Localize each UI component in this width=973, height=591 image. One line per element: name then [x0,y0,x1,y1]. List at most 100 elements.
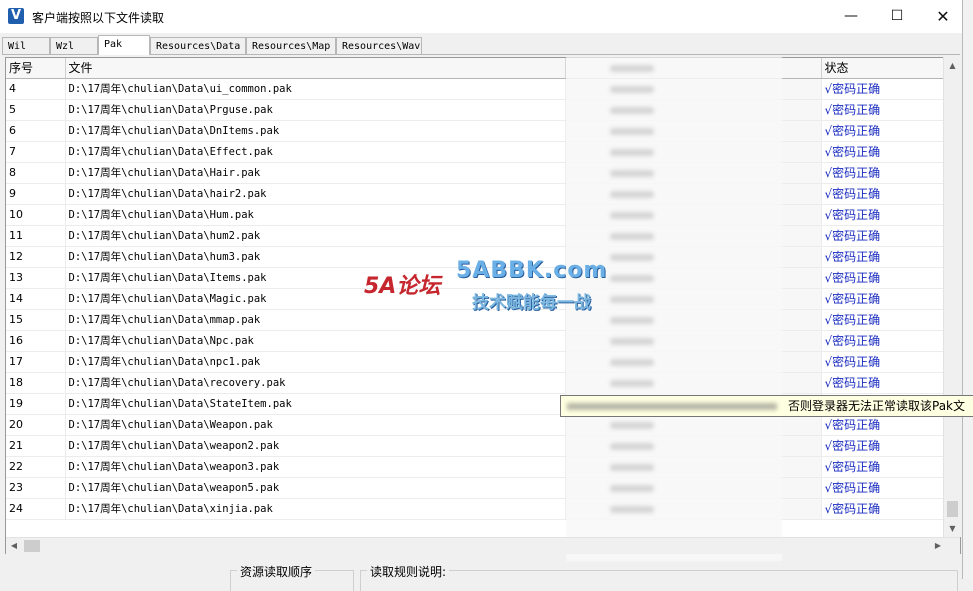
table-row[interactable]: 8 D:\17周年\chulian\Data\Hair.pak √密码正确 [6,162,945,184]
horizontal-scroll-thumb[interactable] [24,540,40,552]
cell-file: D:\17周年\chulian\Data\Hum.pak [65,204,566,226]
cell-status: √密码正确 [821,330,945,352]
cell-index: 7 [6,141,66,163]
cell-index: 12 [6,246,66,268]
close-icon: ✕ [936,7,950,26]
table-row[interactable]: 18 D:\17周年\chulian\Data\recovery.pak √密码正确 [6,372,945,394]
resource-order-label: 资源读取顺序 [237,563,316,580]
maximize-button[interactable]: ☐ [874,0,920,33]
redacted-value [610,149,654,156]
chevron-left-icon[interactable]: ◀ [6,538,22,554]
redacted-value [610,191,654,198]
cell-status: √密码正确 [821,456,945,478]
cell-file: D:\17周年\chulian\Data\DnItems.pak [65,120,566,142]
table-row[interactable]: 9 D:\17周年\chulian\Data\hair2.pak √密码正确 [6,183,945,205]
table-row[interactable]: 17 D:\17周年\chulian\Data\npc1.pak √密码正确 [6,351,945,373]
redacted-value [610,86,654,93]
vertical-scrollbar[interactable]: ▲ ▼ [943,57,961,537]
cell-index: 5 [6,99,66,121]
app-icon: V [8,8,24,24]
cell-status: √密码正确 [821,498,945,520]
cell-status: √密码正确 [821,183,945,205]
tab-resources-map[interactable]: Resources\Map [246,37,336,54]
tab-wzl[interactable]: Wzl [50,37,98,54]
cell-index: 17 [6,351,66,373]
table-row[interactable]: 6 D:\17周年\chulian\Data\DnItems.pak √密码正确 [6,120,945,142]
cell-index: 18 [6,372,66,394]
cell-file: D:\17周年\chulian\Data\recovery.pak [65,372,566,394]
table-row[interactable]: 4 D:\17周年\chulian\Data\ui_common.pak √密码正确 [6,78,945,100]
title-bar[interactable]: V 客户端按照以下文件读取 — ☐ ✕ [0,0,962,33]
cell-status: √密码正确 [821,204,945,226]
cell-index: 15 [6,309,66,331]
redacted-value [610,233,654,240]
redacted-value [610,443,654,450]
cell-status: √密码正确 [821,141,945,163]
cell-index: 11 [6,225,66,247]
cell-file: D:\17周年\chulian\Data\Hair.pak [65,162,566,184]
column-header-file[interactable]: 文件 [65,58,566,79]
cell-index: 22 [6,456,66,478]
chevron-up-icon[interactable]: ▲ [944,57,961,74]
table-header-row: 序号 文件 状态 [6,58,945,79]
cell-file: D:\17周年\chulian\Data\hum2.pak [65,225,566,247]
cell-file: D:\17周年\chulian\Data\Prguse.pak [65,99,566,121]
tab-resources-data[interactable]: Resources\Data [150,37,246,54]
table-row[interactable]: 23 D:\17周年\chulian\Data\weapon5.pak √密码正确 [6,477,945,499]
table-row[interactable]: 5 D:\17周年\chulian\Data\Prguse.pak √密码正确 [6,99,945,121]
cell-file: D:\17周年\chulian\Data\Weapon.pak [65,414,566,436]
window-title: 客户端按照以下文件读取 [32,11,165,25]
table-row[interactable]: 11 D:\17周年\chulian\Data\hum2.pak √密码正确 [6,225,945,247]
redacted-value [610,254,654,261]
cell-index: 14 [6,288,66,310]
cell-file: D:\17周年\chulian\Data\weapon5.pak [65,477,566,499]
bottom-panel: 资源读取顺序 读取规则说明: [0,556,962,591]
redacted-value [610,380,654,387]
horizontal-scrollbar[interactable]: ◀ ▶ [6,537,960,554]
redacted-value [610,275,654,282]
watermark-site: 5ABBK.com [456,258,608,283]
redacted-value [610,359,654,366]
cell-index: 13 [6,267,66,289]
redacted-value [610,506,654,513]
table-row[interactable]: 20 D:\17周年\chulian\Data\Weapon.pak √密码正确 [6,414,945,436]
table-row[interactable]: 21 D:\17周年\chulian\Data\weapon2.pak √密码正确 [6,435,945,457]
tab-resources-wav[interactable]: Resources\Wav [336,37,422,54]
column-header-index[interactable]: 序号 [6,58,66,79]
table-row[interactable]: 10 D:\17周年\chulian\Data\Hum.pak √密码正确 [6,204,945,226]
vertical-scroll-thumb[interactable] [947,501,958,517]
minimize-button[interactable]: — [828,0,874,33]
cell-status: √密码正确 [821,288,945,310]
cell-status: √密码正确 [821,246,945,268]
cell-index: 10 [6,204,66,226]
redacted-value [610,65,654,72]
background-window-edge [962,0,973,579]
cell-status: √密码正确 [821,162,945,184]
tab-pak[interactable]: Pak [98,35,150,55]
chevron-down-icon[interactable]: ▼ [944,520,961,537]
close-button[interactable]: ✕ [920,0,966,33]
table-row[interactable]: 16 D:\17周年\chulian\Data\Npc.pak √密码正确 [6,330,945,352]
tooltip: 否则登录器无法正常读取该Pak文件 [560,395,973,417]
cell-status: √密码正确 [821,120,945,142]
cell-index: 16 [6,330,66,352]
cell-file: D:\17周年\chulian\Data\hair2.pak [65,183,566,205]
redacted-value [610,296,654,303]
cell-file: D:\17周年\chulian\Data\Effect.pak [65,141,566,163]
table-row[interactable]: 22 D:\17周年\chulian\Data\weapon3.pak √密码正确 [6,456,945,478]
table-row[interactable]: 7 D:\17周年\chulian\Data\Effect.pak √密码正确 [6,141,945,163]
cell-index: 6 [6,120,66,142]
cell-status: √密码正确 [821,477,945,499]
cell-file: D:\17周年\chulian\Data\StateItem.pak [65,393,566,415]
tooltip-redacted-text [567,403,777,410]
watermark-slogan: 技术赋能每一战 [472,293,591,313]
table-row[interactable]: 24 D:\17周年\chulian\Data\xinjia.pak √密码正确 [6,498,945,520]
cell-file: D:\17周年\chulian\Data\Npc.pak [65,330,566,352]
cell-index: 9 [6,183,66,205]
rules-group: 读取规则说明: [360,563,958,591]
column-header-status[interactable]: 状态 [821,58,945,79]
chevron-right-icon[interactable]: ▶ [930,538,946,554]
cell-status: √密码正确 [821,351,945,373]
tab-wil[interactable]: Wil [2,37,50,54]
cell-status: √密码正确 [821,78,945,100]
